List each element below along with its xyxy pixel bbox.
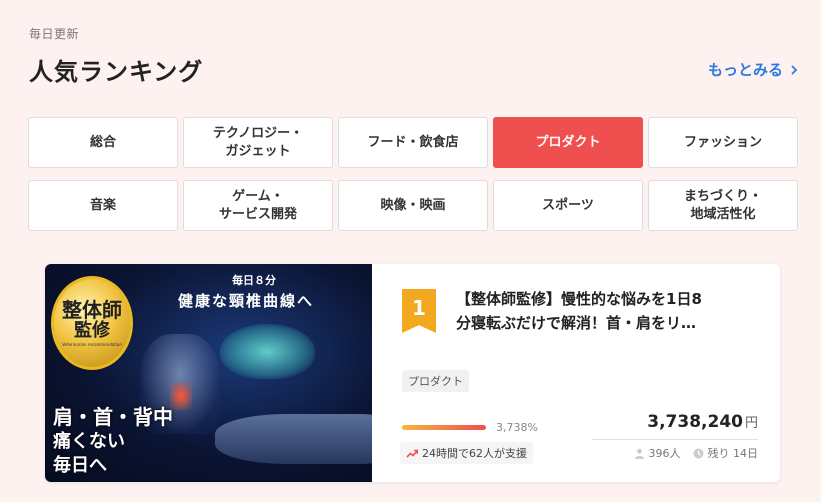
person-icon [634,448,644,459]
thumbnail-copy: 肩・首・背中 痛くない 毎日へ [53,404,173,477]
ranking-card[interactable]: 整体師 監修 Veterinarian recommendation 毎日８分 … [45,264,780,482]
trending-up-icon [406,449,418,458]
category-tab-sports[interactable]: スポーツ [493,180,643,231]
category-tab-music[interactable]: 音楽 [28,180,178,231]
thumbnail-headline: 健康な頸椎曲線へ [178,292,315,310]
update-label: 毎日更新 [29,27,80,41]
trend-badge: 24時間で62人が支援 [400,442,533,464]
supporters-stat: 396人 [634,445,681,461]
rank-badge: 1 [402,289,436,333]
category-tabs: 総合 テクノロジー・ ガジェット フード・飲食店 プロダクト ファッション 音楽… [28,117,798,231]
funding-amount-unit: 円 [744,416,758,431]
project-title[interactable]: 【整体師監修】慢性的な悩みを1日8 分寝転ぶだけで解消！首・肩をリ… [456,288,761,335]
thumbnail-copy-line1: 肩・首・背中 [53,405,173,429]
project-thumbnail[interactable]: 整体師 監修 Veterinarian recommendation 毎日８分 … [45,264,372,482]
category-tab-fashion[interactable]: ファッション [648,117,798,168]
project-title-line2: 分寝転ぶだけで解消！首・肩をリ… [456,313,697,332]
category-tab-community[interactable]: まちづくり・ 地域活性化 [648,180,798,231]
thumbnail-person [215,414,372,464]
trend-text: 24時間で62人が支援 [422,447,527,460]
supporters-count: 396人 [648,447,681,460]
category-tab-product[interactable]: プロダクト [493,117,643,168]
remaining-days: 残り 14日 [707,447,759,460]
project-stats: 396人 残り 14日 [634,445,759,461]
thumbnail-copy-line3: 毎日へ [53,454,107,476]
chevron-right-icon [791,64,798,75]
thumbnail-daily-text: 毎日８分 [232,274,276,287]
clock-icon [693,448,703,458]
category-tab-film[interactable]: 映像・映画 [338,180,488,231]
thumbnail-pillow [220,324,315,379]
category-tab-food[interactable]: フード・飲食店 [338,117,488,168]
page-title: 人気ランキング [29,58,204,86]
thumbnail-neck-glow [170,382,192,410]
remaining-stat: 残り 14日 [693,445,759,461]
progress: 3,738% [402,421,538,434]
category-tab-technology[interactable]: テクノロジー・ ガジェット [183,117,333,168]
more-link-label: もっとみる [707,61,783,79]
funding-amount-value: 3,738,240 [647,412,743,432]
badge-sub-text: 監修 [74,319,110,341]
divider [592,439,758,440]
ranking-card-body: 1 【整体師監修】慢性的な悩みを1日8 分寝転ぶだけで解消！首・肩をリ… プロダ… [372,264,780,482]
badge-en-text: Veterinarian recommendation [62,341,122,347]
funding-amount: 3,738,240 円 [647,412,758,432]
progress-bar [402,425,486,430]
thumbnail-copy-line2: 痛くない [53,431,125,453]
progress-fill [402,425,486,430]
supervisor-badge: 整体師 監修 Veterinarian recommendation [51,276,133,370]
more-link[interactable]: もっとみる [708,59,799,80]
project-title-line1: 【整体師監修】慢性的な悩みを1日8 [456,290,702,308]
category-tab-overall[interactable]: 総合 [28,117,178,168]
badge-main-text: 整体師 [62,297,122,322]
category-tab-game[interactable]: ゲーム・ サービス開発 [183,180,333,231]
category-tag[interactable]: プロダクト [402,370,469,392]
progress-percent: 3,738% [496,421,538,434]
